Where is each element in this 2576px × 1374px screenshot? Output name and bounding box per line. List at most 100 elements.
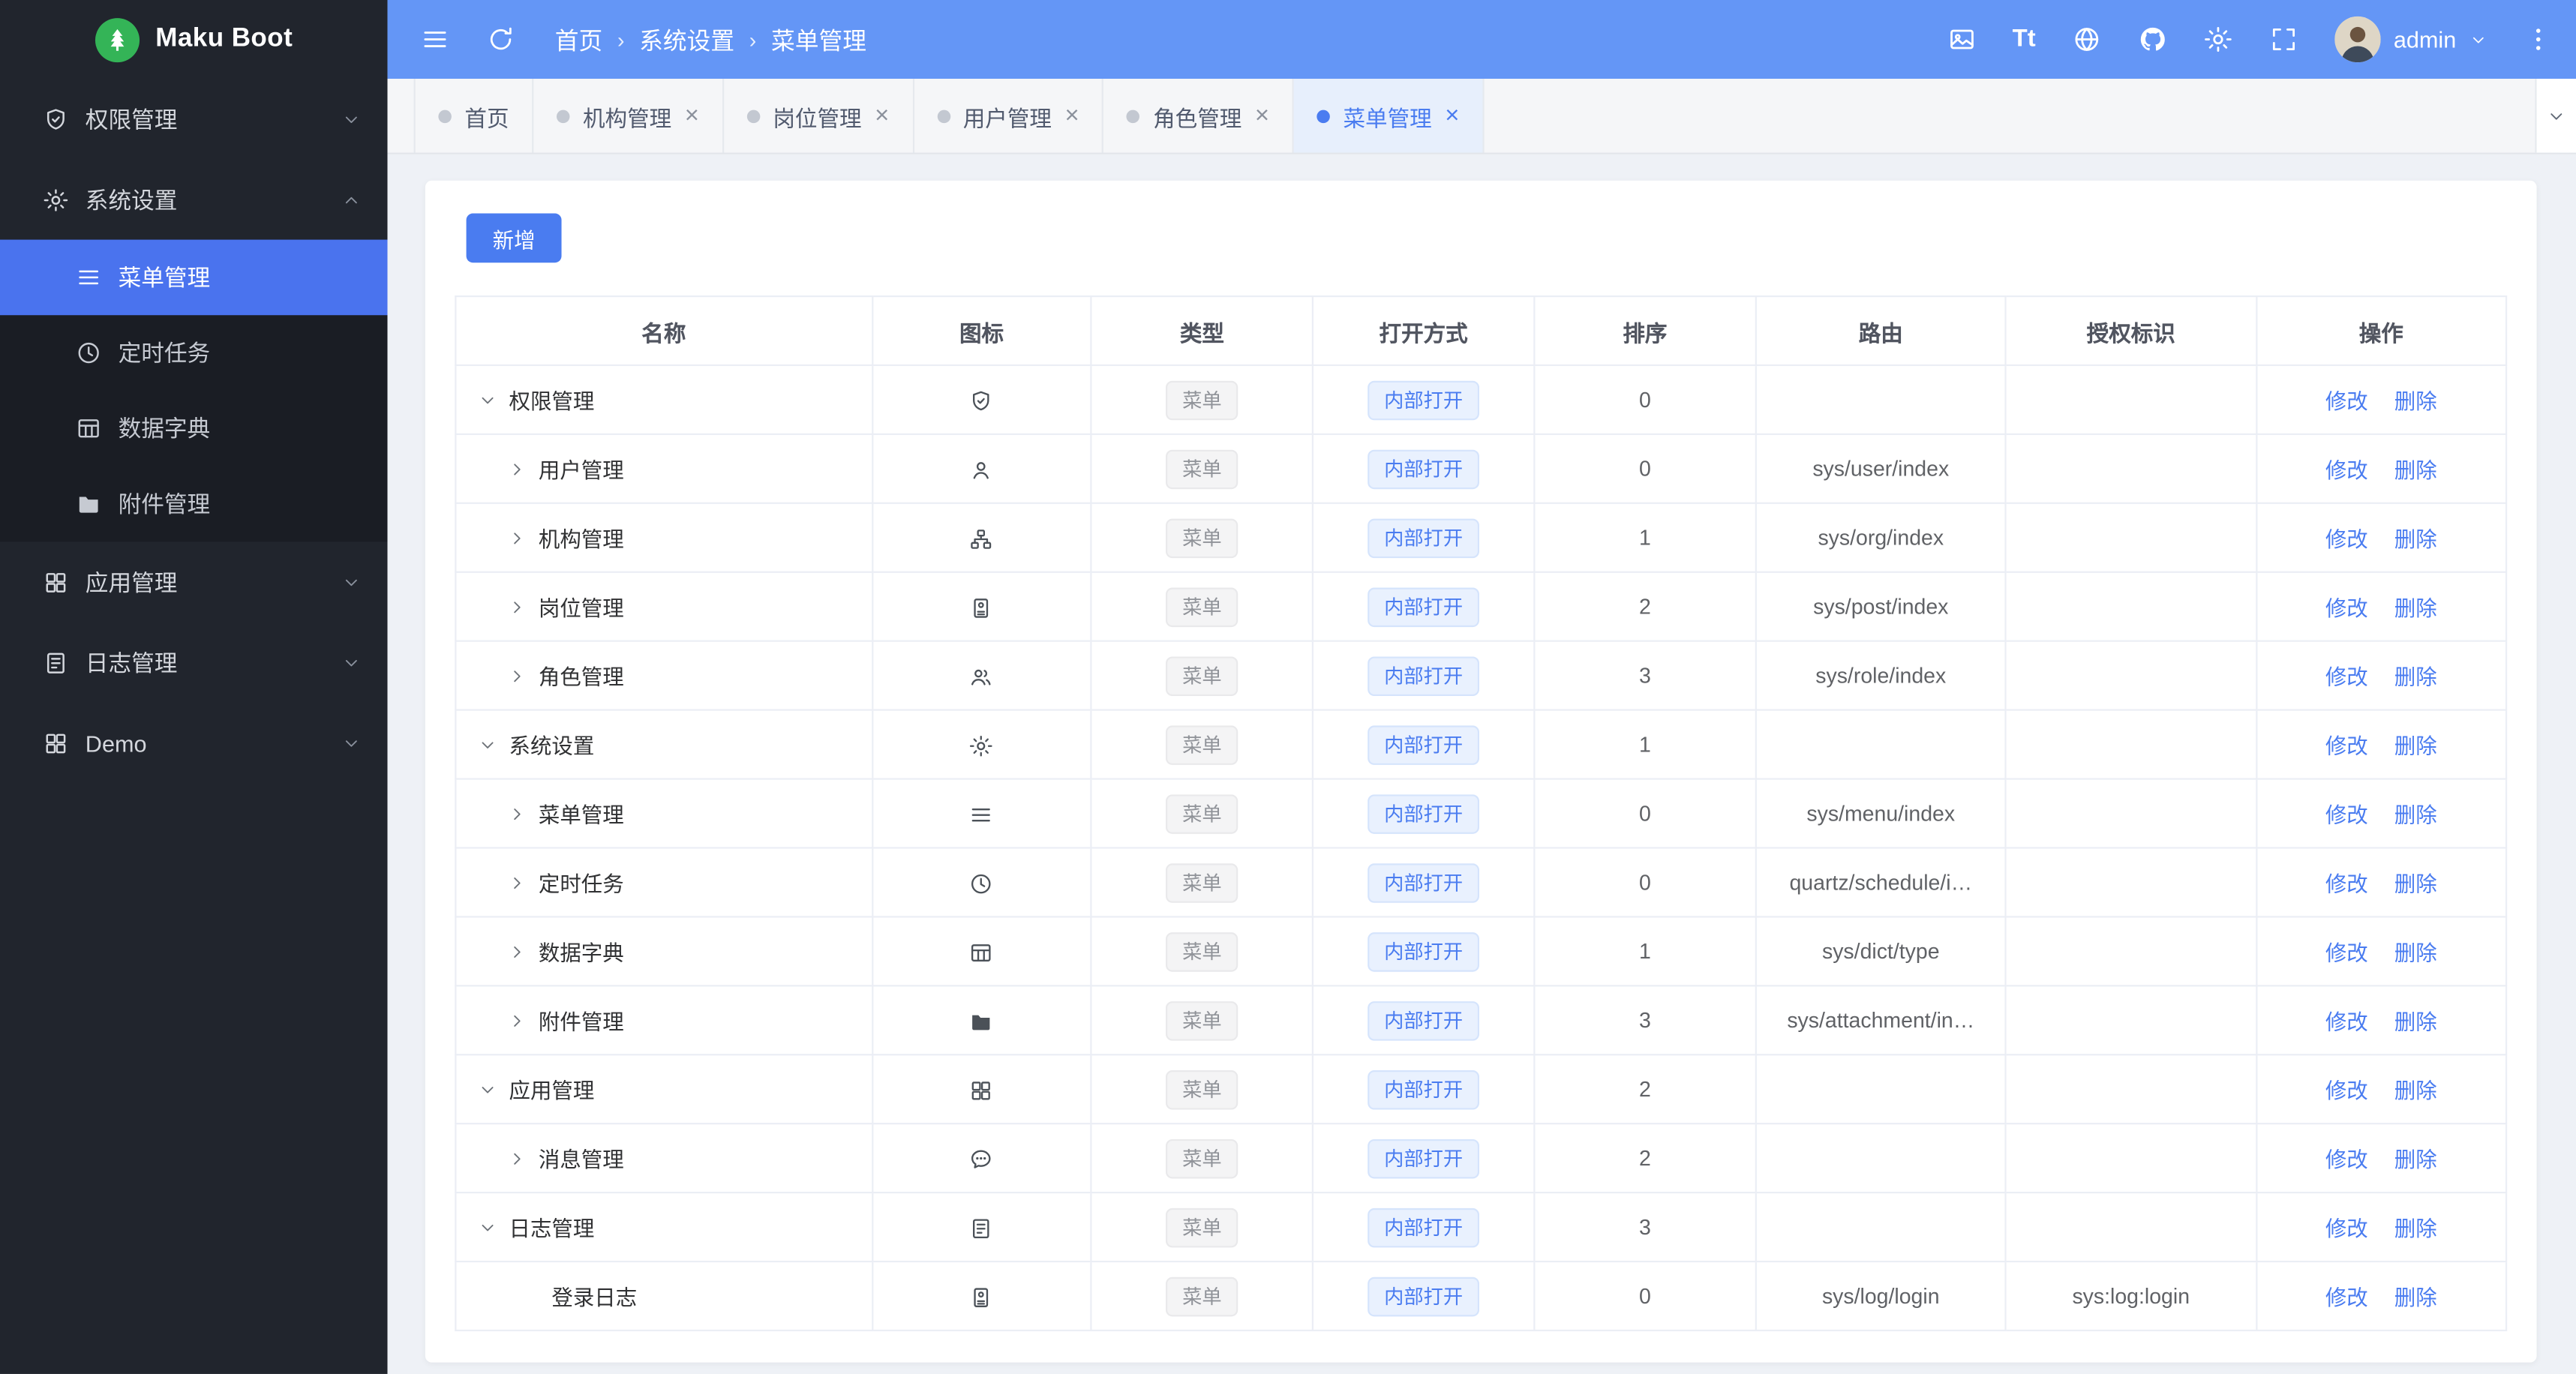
- expand-arrow-icon[interactable]: [507, 941, 527, 961]
- edit-link[interactable]: 修改: [2325, 1286, 2368, 1310]
- close-icon[interactable]: ×: [1064, 104, 1079, 128]
- breadcrumb-menu-management[interactable]: 菜单管理: [771, 22, 866, 57]
- type-tag: 菜单: [1166, 1138, 1238, 1178]
- log-file-icon: [43, 650, 69, 676]
- delete-link[interactable]: 删除: [2394, 940, 2437, 965]
- delete-link[interactable]: 删除: [2394, 802, 2437, 827]
- open-mode-tag: 内部打开: [1368, 586, 1480, 626]
- refresh-icon[interactable]: [486, 25, 515, 54]
- table-row: 定时任务 菜单 内部打开 0 quartz/schedule/i… 修改 删除: [455, 847, 2508, 918]
- close-icon[interactable]: ×: [1255, 104, 1269, 128]
- github-icon[interactable]: [2137, 25, 2166, 54]
- delete-link[interactable]: 删除: [2394, 596, 2437, 620]
- edit-link[interactable]: 修改: [2325, 458, 2368, 483]
- top-header: 首页 › 系统设置 › 菜单管理 Tt admin: [387, 0, 2576, 80]
- delete-link[interactable]: 删除: [2394, 527, 2437, 552]
- sidebar-item-data-dictionary[interactable]: 数据字典: [0, 391, 388, 466]
- globe-icon[interactable]: [2072, 25, 2101, 54]
- sidebar-item-label: 日志管理: [85, 649, 178, 676]
- sidebar-item-attachment-management[interactable]: 附件管理: [0, 466, 388, 542]
- breadcrumb-system-settings[interactable]: 系统设置: [639, 22, 734, 57]
- more-vertical-icon[interactable]: [2523, 25, 2553, 54]
- settings-gear-icon[interactable]: [2203, 25, 2232, 54]
- breadcrumb-home[interactable]: 首页: [555, 22, 602, 57]
- expand-arrow-icon[interactable]: [507, 872, 527, 892]
- sort-value: 1: [1533, 709, 1757, 780]
- image-icon[interactable]: [1947, 25, 1976, 54]
- edit-link[interactable]: 修改: [2325, 389, 2368, 414]
- row-name: 机构管理: [538, 526, 624, 552]
- sidebar-item-permission[interactable]: 权限管理: [0, 79, 388, 159]
- edit-link[interactable]: 修改: [2325, 1148, 2368, 1172]
- table-row: 系统设置 菜单 内部打开 1 修改 删除: [455, 709, 2508, 780]
- edit-link[interactable]: 修改: [2325, 734, 2368, 758]
- sidebar: Maku Boot 权限管理 系统设置 菜单管理 定时任务 数据字典 附件管理 …: [0, 0, 388, 1374]
- app-logo: Maku Boot: [0, 0, 388, 79]
- row-name: 菜单管理: [538, 802, 624, 828]
- close-icon[interactable]: ×: [1445, 104, 1459, 128]
- expand-arrow-icon[interactable]: [507, 803, 527, 823]
- tab-label: 菜单管理: [1343, 106, 1432, 131]
- type-tag: 菜单: [1166, 380, 1238, 420]
- delete-link[interactable]: 删除: [2394, 1010, 2437, 1034]
- edit-link[interactable]: 修改: [2325, 664, 2368, 689]
- sort-value: 1: [1533, 916, 1757, 987]
- expand-arrow-icon[interactable]: [507, 1010, 527, 1030]
- delete-link[interactable]: 删除: [2394, 664, 2437, 689]
- type-tag: 菜单: [1166, 724, 1238, 764]
- edit-link[interactable]: 修改: [2325, 940, 2368, 965]
- delete-link[interactable]: 删除: [2394, 1216, 2437, 1241]
- edit-link[interactable]: 修改: [2325, 872, 2368, 896]
- content-card: 新增 名称 图标 类型 打开方式 排序 路由 授权标识 操作 权限管理 菜单 内…: [425, 180, 2537, 1363]
- edit-link[interactable]: 修改: [2325, 1078, 2368, 1103]
- delete-link[interactable]: 删除: [2394, 1148, 2437, 1172]
- collapse-sidebar-icon[interactable]: [420, 25, 449, 54]
- close-icon[interactable]: ×: [875, 104, 889, 128]
- table-row: 附件管理 菜单 内部打开 3 sys/attachment/in… 修改 删除: [455, 985, 2508, 1056]
- row-name: 权限管理: [509, 388, 595, 414]
- collapse-arrow-icon[interactable]: [478, 390, 497, 410]
- sidebar-menu: 权限管理 系统设置 菜单管理 定时任务 数据字典 附件管理 应用管理 日志管理 …: [0, 79, 388, 783]
- delete-link[interactable]: 删除: [2394, 1078, 2437, 1103]
- add-button[interactable]: 新增: [466, 213, 562, 263]
- sidebar-item-app-management[interactable]: 应用管理: [0, 542, 388, 622]
- collapse-arrow-icon[interactable]: [478, 734, 497, 754]
- tab-home[interactable]: 首页: [413, 79, 534, 153]
- font-size-icon[interactable]: Tt: [2013, 25, 2036, 54]
- delete-link[interactable]: 删除: [2394, 734, 2437, 758]
- tab-menu-management[interactable]: 菜单管理 ×: [1293, 79, 1485, 153]
- org-icon: [969, 526, 994, 551]
- edit-link[interactable]: 修改: [2325, 527, 2368, 552]
- delete-link[interactable]: 删除: [2394, 389, 2437, 414]
- expand-arrow-icon[interactable]: [507, 528, 527, 548]
- sidebar-item-system-settings[interactable]: 系统设置: [0, 159, 388, 239]
- sidebar-item-scheduled-tasks[interactable]: 定时任务: [0, 315, 388, 391]
- sidebar-item-menu-management[interactable]: 菜单管理: [0, 239, 388, 316]
- expand-arrow-icon[interactable]: [507, 1148, 527, 1168]
- expand-arrow-icon[interactable]: [507, 666, 527, 686]
- delete-link[interactable]: 删除: [2394, 872, 2437, 896]
- tab-role-management[interactable]: 角色管理 ×: [1103, 79, 1294, 153]
- tab-bar: 首页 机构管理 × 岗位管理 × 用户管理 × 角色管理 × 菜单管理 ×: [387, 79, 2576, 154]
- collapse-arrow-icon[interactable]: [478, 1079, 497, 1099]
- route-value: [1755, 364, 2007, 436]
- expand-arrow-icon[interactable]: [507, 597, 527, 616]
- sidebar-item-label: 系统设置: [85, 186, 178, 213]
- expand-arrow-icon[interactable]: [507, 459, 527, 478]
- collapse-arrow-icon[interactable]: [478, 1217, 497, 1237]
- edit-link[interactable]: 修改: [2325, 596, 2368, 620]
- close-icon[interactable]: ×: [685, 104, 699, 128]
- edit-link[interactable]: 修改: [2325, 1010, 2368, 1034]
- user-menu[interactable]: admin: [2334, 16, 2487, 63]
- fullscreen-icon[interactable]: [2268, 25, 2298, 54]
- edit-link[interactable]: 修改: [2325, 802, 2368, 827]
- edit-link[interactable]: 修改: [2325, 1216, 2368, 1241]
- delete-link[interactable]: 删除: [2394, 458, 2437, 483]
- tab-post-management[interactable]: 岗位管理 ×: [724, 79, 914, 153]
- tab-overflow-button[interactable]: [2535, 79, 2576, 153]
- sidebar-item-demo[interactable]: Demo: [0, 703, 388, 783]
- tab-user-management[interactable]: 用户管理 ×: [914, 79, 1104, 153]
- tab-org-management[interactable]: 机构管理 ×: [533, 79, 724, 153]
- delete-link[interactable]: 删除: [2394, 1286, 2437, 1310]
- sidebar-item-log-management[interactable]: 日志管理: [0, 622, 388, 703]
